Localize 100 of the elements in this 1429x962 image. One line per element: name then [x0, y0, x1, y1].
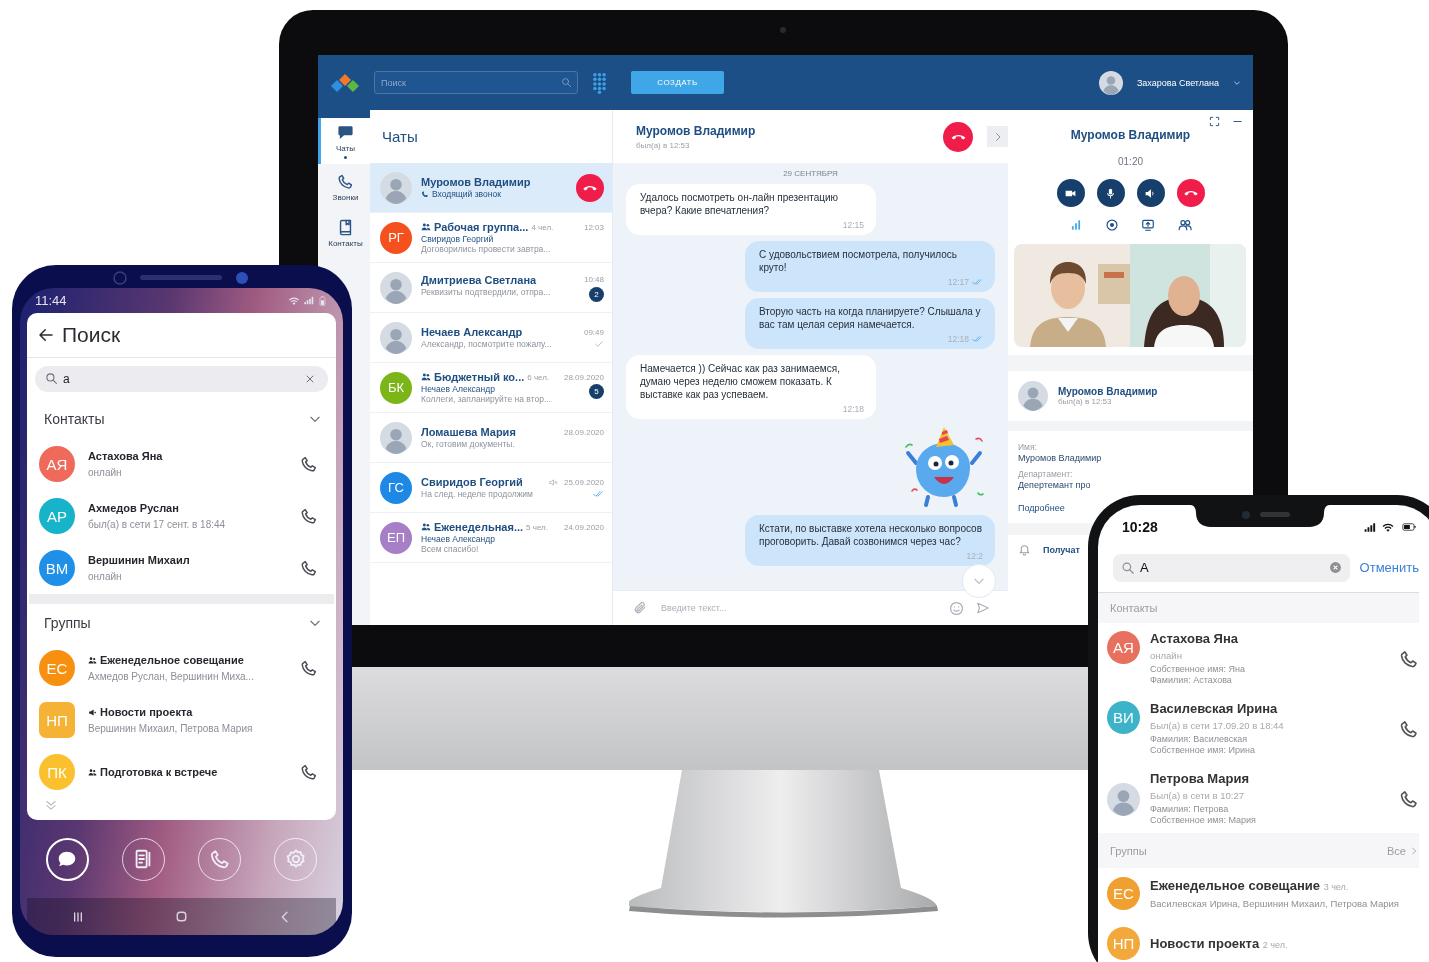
- call-icon[interactable]: [300, 507, 318, 525]
- chat-name: Свиридов Георгий: [421, 476, 523, 488]
- message-time: 12:18: [947, 334, 969, 344]
- call-icon[interactable]: [300, 763, 318, 781]
- cancel-button[interactable]: Отменить: [1359, 560, 1419, 575]
- unread-badge: 5: [589, 384, 604, 399]
- double-check-icon: [971, 334, 983, 344]
- chat-name: Еженедельная...: [434, 521, 524, 533]
- avatar: АЯ: [39, 446, 75, 482]
- avatar: РГ: [380, 221, 412, 254]
- group-members: Ахмедов Руслан, Вершинин Миха...: [88, 671, 255, 682]
- unread-badge: 2: [589, 286, 604, 302]
- chat-list-item[interactable]: ГС Свиридов Георгий 25.09.2020 На след. неделе продолжим: [370, 463, 612, 513]
- message-text: Намечается )) Сейчас как раз занимаемся, думаю через неделю сможем показать. К выставке как раз успеваем.: [640, 362, 841, 401]
- participants-icon[interactable]: [1176, 218, 1193, 232]
- record-icon[interactable]: [1104, 218, 1119, 232]
- contact-detail: Фамилия: Петрова: [1150, 804, 1230, 816]
- avatar: АР: [39, 498, 75, 534]
- last-seen: был(а) в 12:53: [636, 140, 691, 150]
- chat-list-item[interactable]: Дмитриева Светлана 10:48 Реквизиты подтвердили, отпра... 2: [370, 263, 612, 313]
- speaker-button[interactable]: [1136, 179, 1165, 207]
- chats-tab[interactable]: [45, 837, 89, 881]
- message-time: 28.09.2020: [563, 372, 604, 382]
- nav-tab[interactable]: Контакты: [318, 210, 370, 256]
- section-title: Контакты: [44, 411, 105, 427]
- group-icon: [421, 522, 431, 532]
- nav-tab[interactable]: Звонки: [318, 164, 370, 210]
- message-text: Вторую часть на когда планируете? Слышала у вас там целая серия намечается.: [759, 305, 982, 331]
- chat-list-item[interactable]: Ломашева Мария 28.09.2020 Ок, готовим документы.: [370, 413, 612, 463]
- clear-icon[interactable]: [304, 373, 316, 385]
- hang-up-button[interactable]: [1176, 179, 1205, 207]
- avatar: ЕП: [380, 521, 412, 554]
- member-count: 5 чел.: [526, 522, 548, 532]
- status-time: 11:44: [35, 293, 67, 308]
- message-preview: Договорились провести завтра...: [421, 244, 552, 254]
- message-text: Удалось посмотреть он-лайн презентацию вчера? Какие впечатления?: [640, 191, 839, 217]
- contact-detail: Фамилия: Василевская: [1150, 734, 1249, 746]
- signal-icon: [303, 295, 314, 306]
- back-arrow-icon[interactable]: [37, 326, 55, 344]
- message-time: 10:48: [583, 275, 604, 284]
- search-field[interactable]: А: [1113, 553, 1350, 582]
- settings-icon: [284, 848, 307, 870]
- bell-icon: [1018, 543, 1031, 556]
- avatar-icon: [380, 171, 412, 204]
- chat-name: Нечаев Александр: [421, 326, 523, 338]
- message-time: 12:17: [947, 277, 969, 287]
- hang-up-icon: [950, 133, 966, 140]
- call-icon[interactable]: [300, 455, 318, 473]
- caller-name: Муромов Владимир: [1069, 128, 1192, 142]
- microphone-button[interactable]: [1096, 179, 1125, 207]
- double-check-icon: [971, 277, 983, 287]
- status-time: 10:28: [1122, 519, 1158, 535]
- contact-name: Муромов Владимир: [636, 123, 756, 138]
- avatar: ВИ: [1107, 701, 1140, 734]
- chat-name: Муромов Владимир: [421, 176, 531, 188]
- user-name[interactable]: Захарова Светлана: [1136, 77, 1219, 88]
- group-icon: [88, 655, 97, 665]
- caret-icon[interactable]: [1233, 78, 1241, 87]
- hang-up-button[interactable]: [943, 121, 973, 152]
- notifications-setting[interactable]: Получат: [1043, 544, 1080, 555]
- dialpad-icon[interactable]: [592, 71, 607, 94]
- call-timer: 01:20: [1117, 156, 1144, 167]
- contact-status: был(а) в сети 17 сент. в 18:44: [88, 519, 227, 530]
- call-icon[interactable]: [1399, 719, 1419, 739]
- field-label: Департамент:: [1018, 469, 1074, 479]
- call-icon[interactable]: [300, 659, 318, 677]
- avatar: ПК: [39, 754, 75, 790]
- megaphone-icon: [88, 707, 97, 717]
- message-time: 12:03: [583, 222, 604, 232]
- group-icon: [421, 222, 431, 232]
- screen-share-icon[interactable]: [1140, 218, 1155, 232]
- hang-up-icon: [583, 184, 597, 191]
- battery-icon: [316, 295, 329, 306]
- microphone-icon: [1104, 186, 1117, 200]
- message-time: 09:49: [583, 327, 604, 337]
- expand-icon[interactable]: [1209, 116, 1220, 127]
- hang-up-button[interactable]: [576, 173, 604, 202]
- search-field[interactable]: Поиск: [374, 71, 578, 94]
- group-members: Василевская Ирина, Вершинин Михаил, Петрова Мария: [1150, 897, 1400, 909]
- chat-list-item[interactable]: Нечаев Александр 09:49 Александр, посмотрите пожалу...: [370, 313, 612, 363]
- more-link[interactable]: Подробнее: [1018, 503, 1065, 513]
- sender-name: Нечаев Александр: [421, 534, 496, 544]
- search-field[interactable]: а: [35, 366, 328, 392]
- chat-list-item[interactable]: РГ Рабочая группа... 4 чел. 12:03 Свиридов Георгий Договорились провести завтра...: [370, 213, 612, 263]
- clear-icon[interactable]: [1328, 560, 1342, 574]
- call-icon[interactable]: [1399, 789, 1419, 809]
- chat-name: Рабочая группа...: [434, 221, 529, 233]
- section-title: Группы: [1110, 844, 1147, 857]
- call-icon[interactable]: [1399, 649, 1419, 669]
- message-preview: Коллеги, запланируйте на втор...: [421, 394, 553, 404]
- nav-tab[interactable]: Чаты: [318, 118, 370, 164]
- chat-list-item[interactable]: Муромов Владимир Входящий звонок: [370, 163, 612, 213]
- phone-icon: [208, 848, 231, 870]
- call-icon[interactable]: [300, 559, 318, 577]
- chat-list-item[interactable]: ЕП Еженедельная... 5 чел. 24.09.2020 Нечаев Александр Всем спасибо!: [370, 513, 612, 563]
- camera-button[interactable]: [1056, 179, 1085, 207]
- message-time: 25.09.2020: [563, 477, 604, 487]
- avatar-icon: [380, 321, 412, 354]
- chat-list-item[interactable]: БК Бюджетный ко... 6 чел. 28.09.2020 Нечаев Александр Коллеги, запланируйте на втор... 5: [370, 363, 612, 413]
- search-icon: [561, 77, 572, 88]
